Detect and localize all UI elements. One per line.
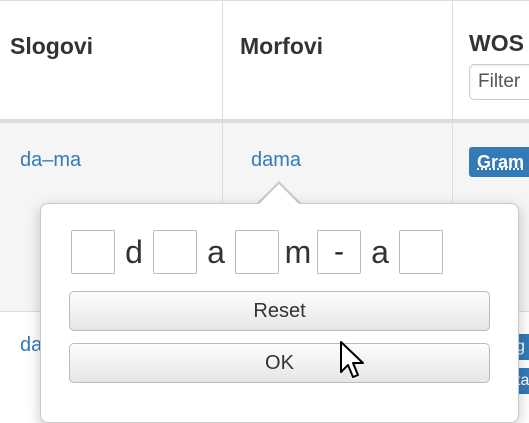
header-slogovi[interactable]: Slogovi (10, 33, 93, 60)
boundary-toggle[interactable] (153, 230, 197, 274)
syllables-link[interactable]: da (20, 334, 42, 357)
mouse-cursor-icon (340, 341, 364, 378)
boundary-toggle[interactable] (399, 230, 443, 274)
segment-letter: a (371, 234, 389, 270)
table-header-row (0, 0, 529, 120)
syllables-link[interactable]: da–ma (20, 149, 81, 172)
wos-badge[interactable]: Gram (469, 147, 529, 177)
segment-letter: a (207, 234, 225, 270)
reset-button[interactable]: Reset (69, 291, 490, 331)
morphs-link[interactable]: dama (251, 149, 301, 172)
boundary-toggle[interactable] (235, 230, 279, 274)
wos-filter-input[interactable]: Filter (469, 64, 529, 100)
boundary-toggle[interactable] (71, 230, 115, 274)
boundary-toggle[interactable]: - (317, 230, 361, 274)
popover-arrow-fill (258, 184, 300, 205)
segment-letter: m (284, 234, 312, 270)
segmentation-editor: d a m - a (71, 228, 443, 276)
ok-button[interactable]: OK (69, 343, 490, 383)
header-wos[interactable]: WOS (469, 30, 524, 57)
header-morfovi[interactable]: Morfovi (240, 33, 323, 60)
segment-letter: d (125, 234, 143, 270)
